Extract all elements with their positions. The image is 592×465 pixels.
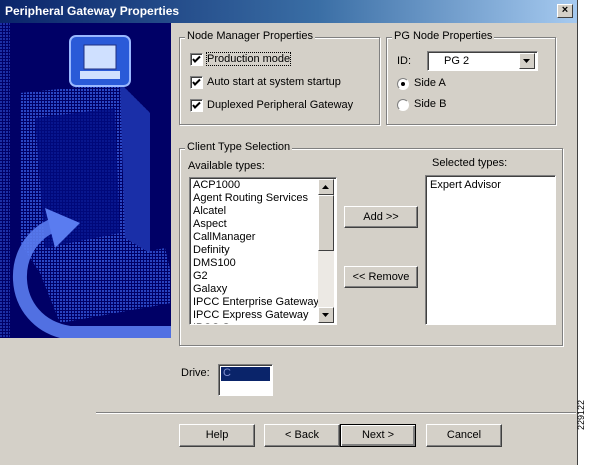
back-button[interactable]: < Back — [264, 424, 340, 447]
auto-start-checkbox[interactable] — [190, 76, 203, 89]
drive-value: C — [223, 367, 231, 379]
button-separator — [96, 412, 576, 414]
id-label: ID: — [397, 55, 412, 67]
close-button[interactable]: × — [557, 4, 573, 18]
available-type-item[interactable]: G2 — [191, 270, 317, 283]
available-type-item[interactable]: IPCC Express Gateway — [191, 309, 317, 322]
cancel-button[interactable]: Cancel — [426, 424, 502, 447]
selected-types-list[interactable]: Expert Advisor — [425, 175, 556, 325]
selected-type-item[interactable]: Expert Advisor — [428, 179, 501, 192]
dialog-window: Peripheral Gateway Properties × Node Man… — [0, 0, 578, 465]
scroll-up-button[interactable] — [318, 179, 334, 195]
scroll-thumb[interactable] — [318, 195, 334, 251]
drive-field[interactable]: C — [218, 364, 273, 396]
next-button[interactable]: Next > — [340, 424, 416, 447]
production-mode-checkbox[interactable] — [190, 53, 203, 66]
chevron-down-icon — [523, 59, 530, 63]
side-a-radio[interactable] — [397, 78, 409, 90]
side-a-label[interactable]: Side A — [414, 77, 446, 89]
dropdown-button[interactable] — [519, 53, 535, 69]
available-type-item[interactable]: Agent Routing Services — [191, 192, 317, 205]
node-manager-group: Node Manager Properties Production mode … — [179, 30, 380, 125]
duplexed-label[interactable]: Duplexed Peripheral Gateway — [207, 99, 353, 111]
available-type-item[interactable]: Galaxy — [191, 283, 317, 296]
checkmark-icon — [192, 55, 201, 63]
computer-illustration — [0, 23, 171, 338]
duplexed-checkbox[interactable] — [190, 99, 203, 112]
close-icon: × — [561, 4, 569, 16]
window-title: Peripheral Gateway Properties — [5, 4, 180, 18]
title-bar[interactable]: Peripheral Gateway Properties × — [0, 0, 577, 23]
available-type-item[interactable]: ACP1000 — [191, 179, 317, 192]
available-type-item[interactable]: IPCC S... — [191, 322, 317, 324]
available-type-item[interactable]: CallManager — [191, 231, 317, 244]
available-type-item[interactable]: DMS100 — [191, 257, 317, 270]
add-button[interactable]: Add >> — [344, 206, 418, 228]
drive-selected-row: C — [221, 367, 270, 381]
available-types-label: Available types: — [188, 160, 265, 172]
available-type-item[interactable]: Aspect — [191, 218, 317, 231]
wizard-side-image — [0, 23, 171, 338]
scroll-down-button[interactable] — [318, 307, 334, 323]
arrow-down-icon — [322, 313, 329, 317]
production-mode-label[interactable]: Production mode — [205, 52, 292, 66]
drive-label: Drive: — [181, 367, 210, 379]
node-manager-legend: Node Manager Properties — [185, 30, 315, 42]
id-select[interactable]: PG 2 — [427, 51, 538, 71]
figure-number: 229122 — [576, 399, 586, 430]
checkmark-icon — [192, 78, 201, 86]
available-type-item[interactable]: IPCC Enterprise Gateway — [191, 296, 319, 309]
checkmark-icon — [192, 101, 201, 109]
available-type-item[interactable]: Alcatel — [191, 205, 317, 218]
available-types-scrollbar[interactable] — [318, 179, 334, 323]
remove-button[interactable]: << Remove — [344, 266, 418, 288]
arrow-up-icon — [322, 185, 329, 189]
side-b-label[interactable]: Side B — [414, 98, 446, 110]
client-type-group: Client Type Selection Available types: A… — [179, 141, 563, 346]
id-select-value: PG 2 — [444, 55, 470, 67]
side-b-radio[interactable] — [397, 99, 409, 111]
help-button[interactable]: Help — [179, 424, 255, 447]
client-type-legend: Client Type Selection — [185, 141, 293, 153]
available-types-list[interactable]: ACP1000 Agent Routing Services Alcatel Aspe… — [189, 177, 337, 325]
pg-node-group: PG Node Properties ID: PG 2 Side A Side … — [386, 30, 556, 125]
pg-node-legend: PG Node Properties — [392, 30, 495, 42]
available-type-item[interactable]: Definity — [191, 244, 317, 257]
auto-start-label[interactable]: Auto start at system startup — [207, 76, 341, 88]
selected-types-label: Selected types: — [432, 157, 508, 169]
